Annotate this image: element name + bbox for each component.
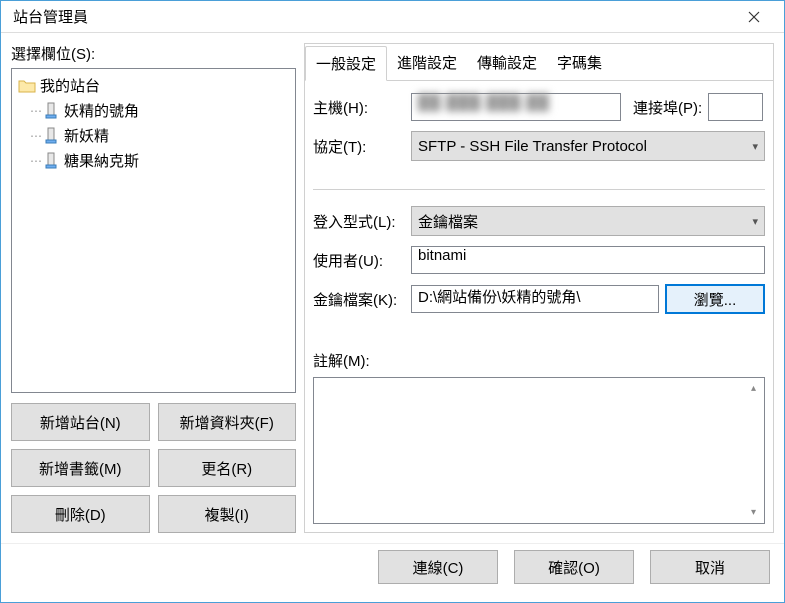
divider bbox=[313, 189, 765, 190]
scroll-up-icon[interactable]: ▴ bbox=[745, 380, 762, 397]
tree-connector: ⋯ bbox=[30, 129, 42, 143]
tree-connector: ⋯ bbox=[30, 154, 42, 168]
tree-item[interactable]: ⋯ 糖果納克斯 bbox=[14, 148, 293, 173]
port-input[interactable] bbox=[708, 93, 763, 121]
close-icon bbox=[748, 11, 760, 23]
new-site-button[interactable]: 新增站台(N) bbox=[11, 403, 150, 441]
tab-general[interactable]: 一般設定 bbox=[305, 46, 387, 81]
footer: 連線(C) 確認(O) 取消 bbox=[1, 543, 784, 596]
close-button[interactable] bbox=[734, 1, 774, 32]
server-icon bbox=[44, 127, 58, 145]
server-icon bbox=[44, 152, 58, 170]
key-input[interactable]: D:\網站備份\妖精的號角\ bbox=[411, 285, 659, 313]
server-icon bbox=[44, 102, 58, 120]
host-label: 主機(H): bbox=[313, 97, 405, 118]
tree-item[interactable]: ⋯ 妖精的號角 bbox=[14, 98, 293, 123]
logon-label: 登入型式(L): bbox=[313, 211, 405, 232]
tab-bar: 一般設定 進階設定 傳輸設定 字碼集 bbox=[305, 46, 773, 81]
tree-item-label: 新妖精 bbox=[64, 125, 109, 146]
site-tree[interactable]: 我的站台 ⋯ 妖精的號角 ⋯ 新妖精 ⋯ 糖果 bbox=[11, 68, 296, 393]
user-input[interactable]: bitnami bbox=[411, 246, 765, 274]
ok-button[interactable]: 確認(O) bbox=[514, 550, 634, 584]
rename-button[interactable]: 更名(R) bbox=[158, 449, 297, 487]
port-label: 連接埠(P): bbox=[633, 97, 702, 118]
window-title: 站台管理員 bbox=[11, 6, 734, 27]
scroll-down-icon[interactable]: ▾ bbox=[745, 504, 762, 521]
key-row: 金鑰檔案(K): D:\網站備份\妖精的號角\ 瀏覽... bbox=[313, 284, 765, 314]
cancel-button[interactable]: 取消 bbox=[650, 550, 770, 584]
right-pane: 一般設定 進階設定 傳輸設定 字碼集 主機(H): ██.███.███.██ … bbox=[304, 43, 774, 533]
host-row: 主機(H): ██.███.███.██ 連接埠(P): bbox=[313, 93, 765, 121]
user-label: 使用者(U): bbox=[313, 250, 405, 271]
chevron-down-icon: ▾ bbox=[752, 140, 758, 153]
logon-select[interactable]: 金鑰檔案 ▾ bbox=[411, 206, 765, 236]
logon-value: 金鑰檔案 bbox=[418, 211, 478, 232]
tree-item[interactable]: ⋯ 新妖精 bbox=[14, 123, 293, 148]
left-pane: 選擇欄位(S): 我的站台 ⋯ 妖精的號角 ⋯ 新妖精 bbox=[11, 43, 296, 533]
titlebar: 站台管理員 bbox=[1, 1, 784, 33]
key-label: 金鑰檔案(K): bbox=[313, 289, 405, 310]
tree-item-label: 糖果納克斯 bbox=[64, 150, 139, 171]
protocol-value: SFTP - SSH File Transfer Protocol bbox=[418, 138, 647, 155]
tree-connector: ⋯ bbox=[30, 104, 42, 118]
tab-advanced[interactable]: 進階設定 bbox=[387, 46, 467, 80]
content-area: 選擇欄位(S): 我的站台 ⋯ 妖精的號角 ⋯ 新妖精 bbox=[1, 33, 784, 543]
tree-item-label: 妖精的號角 bbox=[64, 100, 139, 121]
host-input[interactable]: ██.███.███.██ bbox=[411, 93, 621, 121]
protocol-row: 協定(T): SFTP - SSH File Transfer Protocol… bbox=[313, 131, 765, 161]
protocol-label: 協定(T): bbox=[313, 136, 405, 157]
chevron-down-icon: ▾ bbox=[752, 215, 758, 228]
connect-button[interactable]: 連線(C) bbox=[378, 550, 498, 584]
copy-button[interactable]: 複製(I) bbox=[158, 495, 297, 533]
comment-textarea[interactable]: ▴ ▾ bbox=[313, 377, 765, 524]
new-folder-button[interactable]: 新增資料夾(F) bbox=[158, 403, 297, 441]
tree-root[interactable]: 我的站台 bbox=[14, 73, 293, 98]
logon-row: 登入型式(L): 金鑰檔案 ▾ bbox=[313, 206, 765, 236]
left-button-grid: 新增站台(N) 新增資料夾(F) 新增書籤(M) 更名(R) 刪除(D) 複製(… bbox=[11, 403, 296, 533]
select-entry-label: 選擇欄位(S): bbox=[11, 43, 296, 64]
new-bookmark-button[interactable]: 新增書籤(M) bbox=[11, 449, 150, 487]
tab-charset[interactable]: 字碼集 bbox=[547, 46, 612, 80]
tree-root-label: 我的站台 bbox=[40, 75, 100, 96]
delete-button[interactable]: 刪除(D) bbox=[11, 495, 150, 533]
tab-transfer[interactable]: 傳輸設定 bbox=[467, 46, 547, 80]
comment-label: 註解(M): bbox=[313, 350, 765, 371]
protocol-select[interactable]: SFTP - SSH File Transfer Protocol ▾ bbox=[411, 131, 765, 161]
folder-icon bbox=[18, 78, 36, 94]
user-row: 使用者(U): bitnami bbox=[313, 246, 765, 274]
browse-button[interactable]: 瀏覽... bbox=[665, 284, 765, 314]
